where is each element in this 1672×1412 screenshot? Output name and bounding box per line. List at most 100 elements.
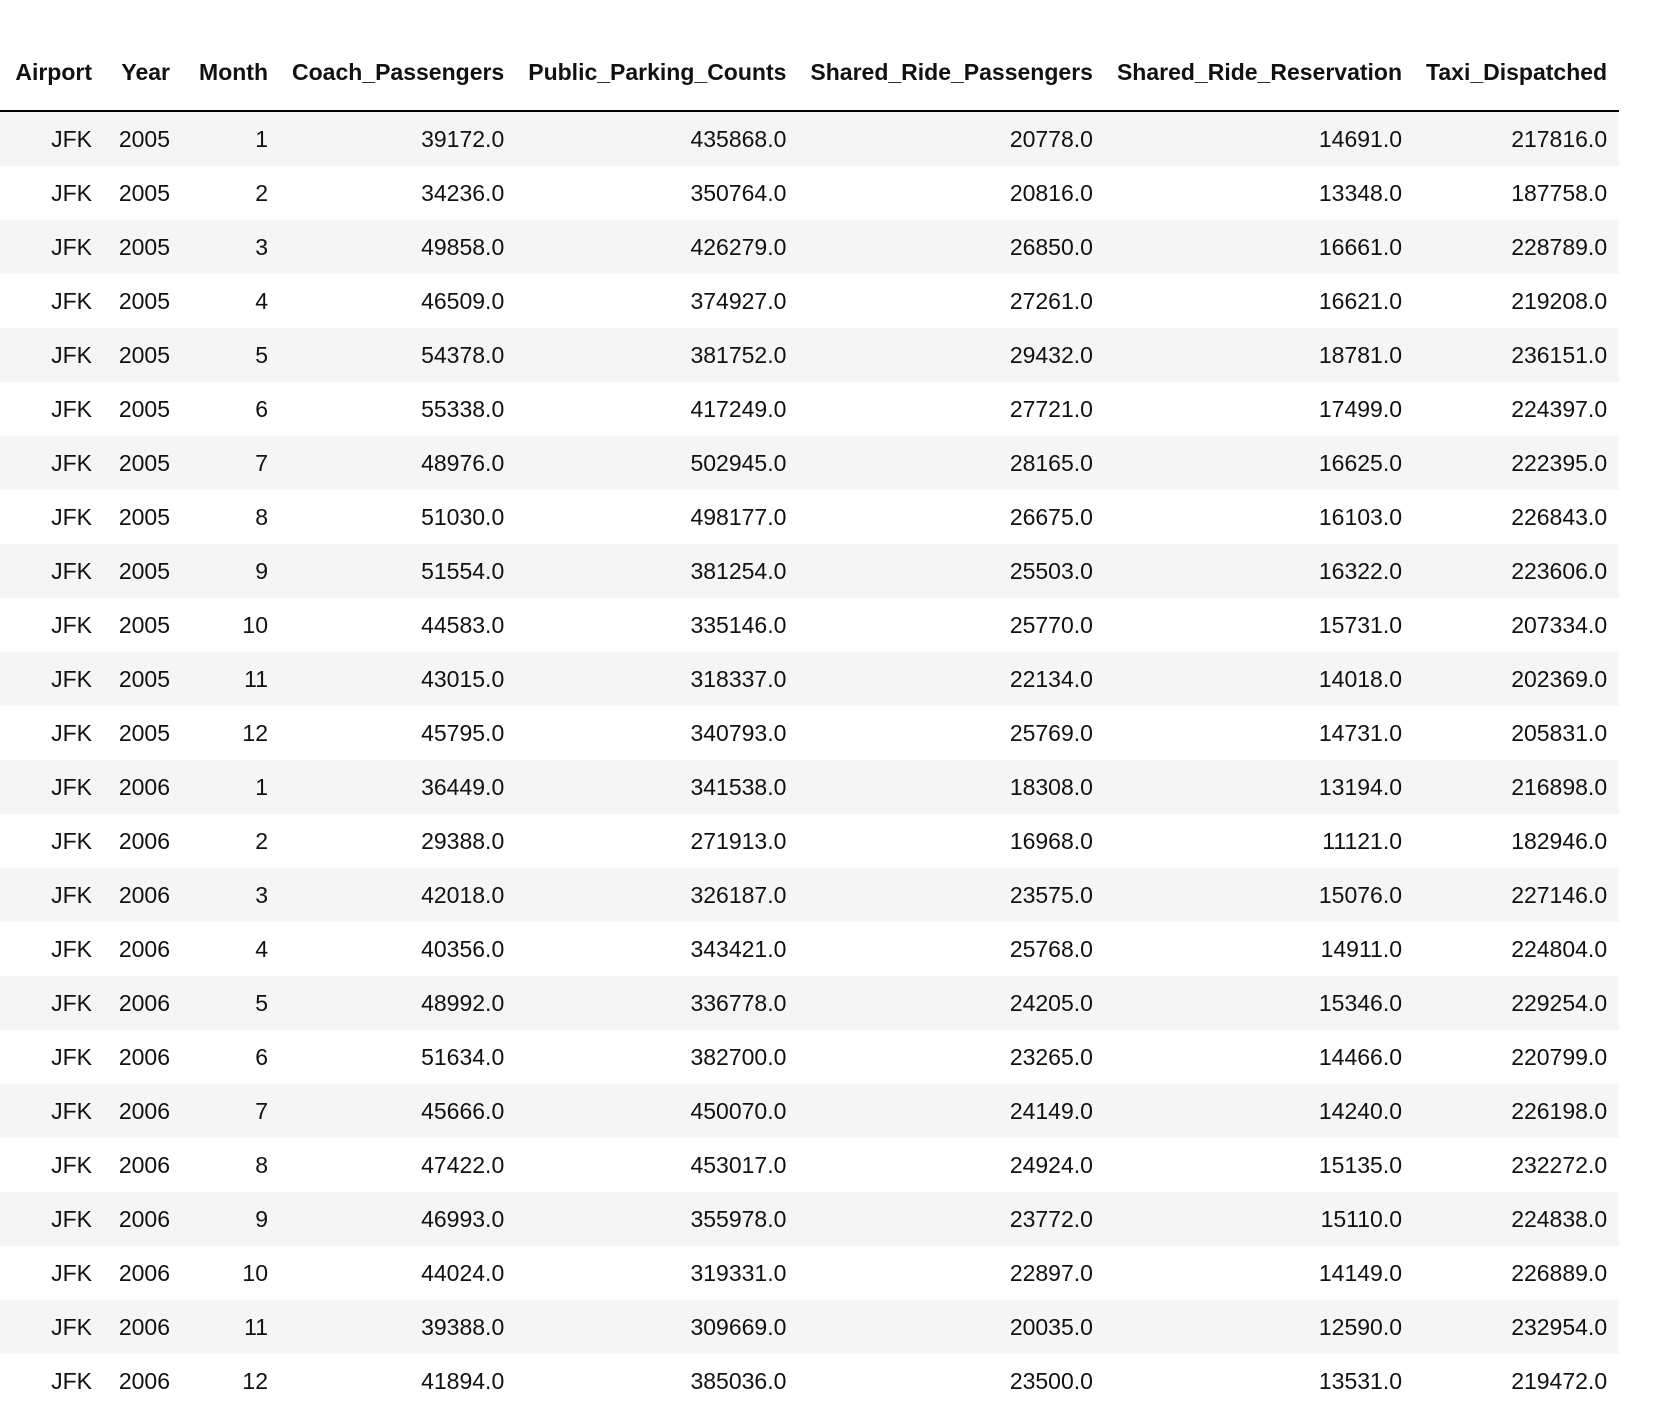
cell-shared-ride-passengers: 22897.0 xyxy=(1009,1259,1093,1286)
cell-coach-passengers: 54378.0 xyxy=(421,341,505,368)
cell-shared-ride-reservation: 14466.0 xyxy=(1318,1043,1403,1070)
cell-shared-ride-reservation: 15110.0 xyxy=(1320,1205,1403,1232)
cell-shared-ride-reservation: 16322.0 xyxy=(1318,557,1403,584)
cell-public-parking-counts: 343421.0 xyxy=(690,935,787,962)
cell-airport: JFK xyxy=(51,449,92,476)
cell-shared-ride-reservation: 14911.0 xyxy=(1320,935,1403,962)
cell-taxi-dispatched: 187758.0 xyxy=(1511,179,1608,206)
cell-shared-ride-reservation: 12590.0 xyxy=(1318,1313,1403,1340)
cell-public-parking-counts: 502945.0 xyxy=(690,449,787,476)
cell-coach-passengers: 47422.0 xyxy=(421,1151,505,1178)
cell-taxi-dispatched: 224397.0 xyxy=(1511,395,1608,422)
cell-shared-ride-passengers: 28165.0 xyxy=(1009,449,1093,476)
notebook-output: Airport Year Month Coach_Passengers Publ… xyxy=(0,0,1672,1412)
cell-public-parking-counts: 350764.0 xyxy=(690,179,787,206)
cell-month: 6 xyxy=(255,1043,268,1070)
cell-year: 2005 xyxy=(118,287,170,314)
cell-airport: JFK xyxy=(51,665,92,692)
cell-public-parking-counts: 385036.0 xyxy=(690,1367,787,1394)
cell-public-parking-counts: 453017.0 xyxy=(690,1151,787,1178)
cell-public-parking-counts: 326187.0 xyxy=(690,881,787,908)
table-row: JFK 2006 10 44024.0 319331.0 22897.0 14149.0 22… xyxy=(0,1246,1620,1300)
cell-shared-ride-passengers: 24924.0 xyxy=(1009,1151,1093,1178)
cell-month: 3 xyxy=(255,233,268,260)
cell-public-parking-counts: 341538.0 xyxy=(690,773,787,800)
cell-shared-ride-reservation: 15076.0 xyxy=(1318,881,1403,908)
cell-month: 1 xyxy=(255,773,268,800)
cell-coach-passengers: 48992.0 xyxy=(421,989,505,1016)
cell-taxi-dispatched: 223606.0 xyxy=(1511,557,1608,584)
cell-airport: JFK xyxy=(51,557,92,584)
table-row: JFK 2005 11 43015.0 318337.0 22134.0 14018.0 20… xyxy=(0,652,1620,706)
cell-shared-ride-reservation: 14731.0 xyxy=(1318,719,1403,746)
cell-coach-passengers: 49858.0 xyxy=(421,233,505,260)
cell-year: 2006 xyxy=(118,1313,170,1340)
cell-coach-passengers: 41894.0 xyxy=(421,1367,505,1394)
cell-shared-ride-passengers: 23575.0 xyxy=(1009,881,1093,908)
cell-month: 11 xyxy=(244,1313,268,1340)
cell-taxi-dispatched: 222395.0 xyxy=(1511,449,1608,476)
cell-month: 7 xyxy=(255,449,268,476)
cell-year: 2005 xyxy=(118,719,170,746)
cell-shared-ride-reservation: 13194.0 xyxy=(1318,773,1403,800)
cell-year: 2006 xyxy=(118,1151,170,1178)
cell-airport: JFK xyxy=(51,287,92,314)
cell-shared-ride-passengers: 23500.0 xyxy=(1009,1367,1093,1394)
cell-month: 9 xyxy=(255,557,268,584)
cell-year: 2005 xyxy=(118,611,170,638)
table-body: JFK 2005 1 39172.0 435868.0 20778.0 14691.0 217… xyxy=(0,111,1620,1408)
cell-month: 6 xyxy=(255,395,268,422)
cell-taxi-dispatched: 219208.0 xyxy=(1511,287,1608,314)
table-row: JFK 2005 1 39172.0 435868.0 20778.0 14691.0 217… xyxy=(0,111,1620,166)
cell-airport: JFK xyxy=(51,1367,92,1394)
cell-airport: JFK xyxy=(51,989,92,1016)
cell-public-parking-counts: 309669.0 xyxy=(690,1313,787,1340)
cell-public-parking-counts: 426279.0 xyxy=(690,233,787,260)
table-row: JFK 2005 6 55338.0 417249.0 27721.0 17499.0 224… xyxy=(0,382,1620,436)
cell-coach-passengers: 51030.0 xyxy=(421,503,505,530)
cell-public-parking-counts: 355978.0 xyxy=(690,1205,787,1232)
cell-coach-passengers: 46509.0 xyxy=(421,287,505,314)
cell-shared-ride-reservation: 18781.0 xyxy=(1318,341,1403,368)
cell-coach-passengers: 48976.0 xyxy=(421,449,505,476)
cell-taxi-dispatched: 182946.0 xyxy=(1511,827,1608,854)
table-row: JFK 2006 1 36449.0 341538.0 18308.0 13194.0 216… xyxy=(0,760,1620,814)
cell-coach-passengers: 55338.0 xyxy=(421,395,505,422)
table-row: JFK 2005 9 51554.0 381254.0 25503.0 16322.0 223… xyxy=(0,544,1620,598)
cell-coach-passengers: 51634.0 xyxy=(421,1043,505,1070)
table-row: JFK 2006 5 48992.0 336778.0 24205.0 15346.0 229… xyxy=(0,976,1620,1030)
table-row: JFK 2006 7 45666.0 450070.0 24149.0 14240.0 226… xyxy=(0,1084,1620,1138)
table-row: JFK 2006 8 47422.0 453017.0 24924.0 15135.0 232… xyxy=(0,1138,1620,1192)
cell-year: 2005 xyxy=(118,179,170,206)
cell-coach-passengers: 51554.0 xyxy=(421,557,505,584)
cell-month: 4 xyxy=(255,287,268,314)
cell-month: 10 xyxy=(242,611,268,638)
cell-public-parking-counts: 319331.0 xyxy=(690,1259,787,1286)
cell-month: 7 xyxy=(255,1097,268,1124)
column-header-month: Month xyxy=(182,34,280,112)
cell-shared-ride-reservation: 14018.0 xyxy=(1318,665,1403,692)
table-row: JFK 2005 4 46509.0 374927.0 27261.0 16621.0 219… xyxy=(0,274,1620,328)
cell-shared-ride-passengers: 22134.0 xyxy=(1009,665,1093,692)
cell-taxi-dispatched: 216898.0 xyxy=(1511,773,1608,800)
cell-shared-ride-reservation: 14149.0 xyxy=(1318,1259,1403,1286)
cell-shared-ride-passengers: 25768.0 xyxy=(1009,935,1093,962)
cell-month: 4 xyxy=(255,935,268,962)
cell-shared-ride-passengers: 29432.0 xyxy=(1009,341,1093,368)
cell-shared-ride-passengers: 27721.0 xyxy=(1009,395,1093,422)
cell-shared-ride-passengers: 26850.0 xyxy=(1009,233,1093,260)
cell-shared-ride-passengers: 24149.0 xyxy=(1009,1097,1093,1124)
cell-public-parking-counts: 417249.0 xyxy=(690,395,787,422)
cell-public-parking-counts: 335146.0 xyxy=(690,611,787,638)
cell-taxi-dispatched: 228789.0 xyxy=(1511,233,1608,260)
column-header-public-parking-counts: Public_Parking_Counts xyxy=(516,34,799,112)
cell-public-parking-counts: 382700.0 xyxy=(690,1043,787,1070)
cell-taxi-dispatched: 226843.0 xyxy=(1511,503,1608,530)
cell-airport: JFK xyxy=(51,503,92,530)
cell-public-parking-counts: 340793.0 xyxy=(690,719,787,746)
cell-year: 2005 xyxy=(118,395,170,422)
table-header: Airport Year Month Coach_Passengers Publ… xyxy=(0,34,1620,112)
cell-shared-ride-reservation: 14240.0 xyxy=(1318,1097,1403,1124)
cell-taxi-dispatched: 229254.0 xyxy=(1511,989,1608,1016)
cell-shared-ride-passengers: 23772.0 xyxy=(1009,1205,1093,1232)
